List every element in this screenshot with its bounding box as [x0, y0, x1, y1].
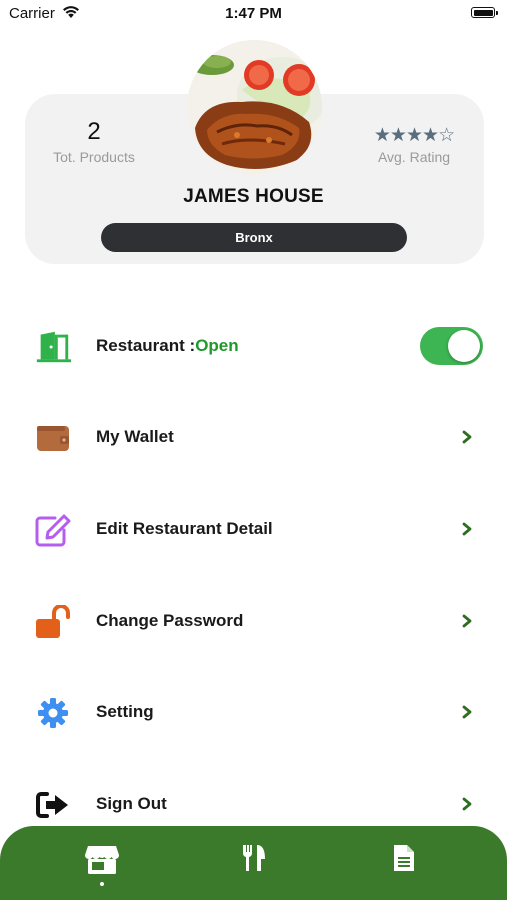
- star-icon: ★: [373, 125, 391, 146]
- door-icon: [34, 329, 72, 365]
- wallet-icon: [34, 420, 72, 456]
- location-badge: Bronx: [101, 223, 407, 252]
- star-icon: ★: [422, 125, 439, 146]
- avg-rating-label: Avg. Rating: [377, 149, 451, 165]
- clock: 1:47 PM: [225, 5, 282, 22]
- tab-orders[interactable]: [382, 844, 426, 884]
- total-products-label: Tot. Products: [53, 149, 135, 165]
- food-photo: [187, 40, 322, 175]
- restaurant-status-row: Restaurant :Open: [0, 317, 507, 377]
- restaurant-open-toggle[interactable]: [420, 327, 483, 365]
- menu-item-setting[interactable]: Setting: [0, 683, 507, 743]
- sign-out-icon: [34, 787, 72, 823]
- edit-icon: [34, 512, 72, 548]
- tab-store[interactable]: [80, 844, 124, 884]
- restaurant-label-text: Restaurant :: [96, 336, 196, 355]
- restaurant-name: JAMES HOUSE: [183, 186, 324, 207]
- total-products-stat: 2 Tot. Products: [46, 118, 142, 165]
- document-icon: [394, 845, 414, 871]
- bottom-tab-bar: [0, 826, 507, 900]
- battery-icon: [471, 7, 498, 18]
- active-tab-indicator: [100, 882, 104, 886]
- avg-rating-stat: ★★★★☆ Avg. Rating: [368, 126, 460, 166]
- wallet-label: My Wallet: [96, 427, 174, 446]
- avatar[interactable]: [187, 40, 322, 175]
- tab-menu[interactable]: [232, 844, 276, 884]
- unlock-icon: [34, 604, 72, 640]
- edit-restaurant-label: Edit Restaurant Detail: [96, 519, 273, 538]
- menu-item-wallet[interactable]: My Wallet: [0, 408, 507, 468]
- menu-item-change-password[interactable]: Change Password: [0, 592, 507, 652]
- star-icon: ★: [405, 125, 423, 146]
- star-icon: ★: [389, 125, 407, 146]
- chevron-right-icon: [460, 612, 474, 630]
- change-password-label: Change Password: [96, 611, 244, 630]
- sign-out-label: Sign Out: [96, 794, 167, 813]
- restaurant-label: Restaurant :Open: [96, 336, 239, 356]
- chevron-right-icon: [460, 428, 474, 446]
- chevron-right-icon: [460, 520, 474, 538]
- menu-item-edit-restaurant[interactable]: Edit Restaurant Detail: [0, 500, 507, 560]
- status-bar: Carrier 1:47 PM: [0, 0, 507, 30]
- chevron-right-icon: [460, 795, 474, 813]
- store-icon: [84, 846, 120, 874]
- total-products-value: 2: [87, 118, 101, 145]
- setting-label: Setting: [96, 702, 154, 721]
- gear-icon: [34, 695, 72, 731]
- restaurant-status-text: Open: [195, 336, 239, 355]
- utensils-icon: [242, 845, 265, 871]
- chevron-right-icon: [460, 703, 474, 721]
- star-outline-icon: ☆: [438, 125, 455, 146]
- toggle-knob: [448, 330, 480, 362]
- rating-stars: ★★★★☆: [368, 126, 460, 146]
